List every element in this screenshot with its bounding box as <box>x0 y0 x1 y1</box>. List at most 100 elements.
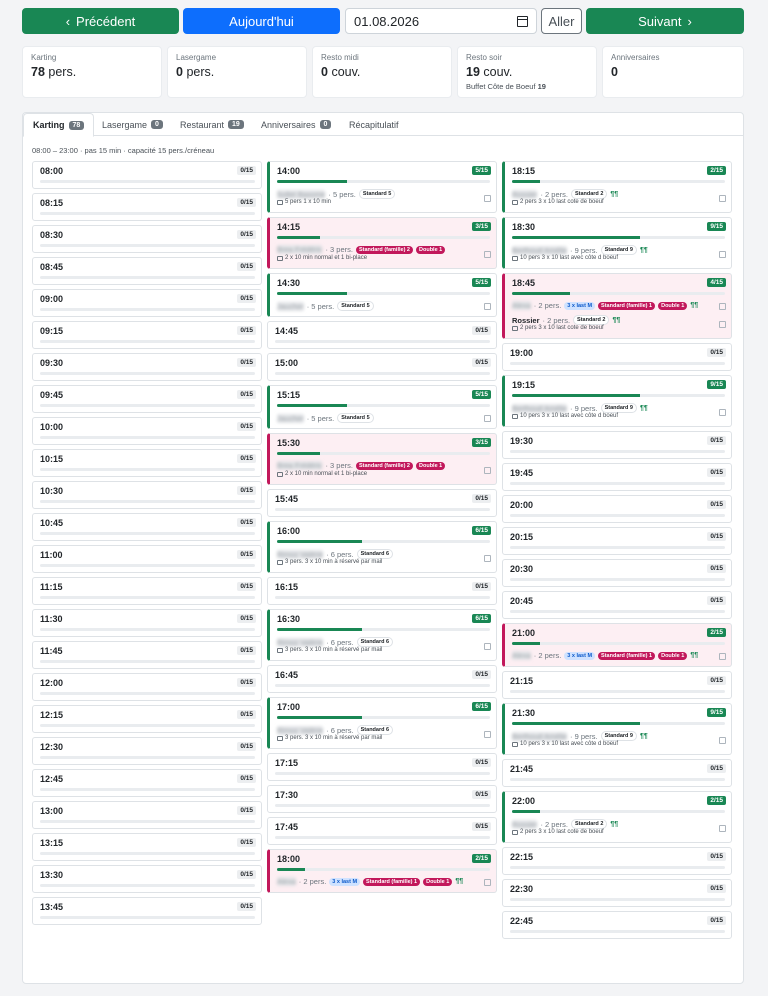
booking-row[interactable]: Sollet Baxome · 5 pers. Standard 5 <box>277 189 490 199</box>
booking-row[interactable]: Alexa · 2 pers. 3 x last M Standard (famill… <box>512 651 725 660</box>
booking-row[interactable]: Rossier · 2 pers. Standard 2 ¶¶ <box>512 189 725 199</box>
time-slot[interactable]: 14:45 0/15 <box>267 321 497 349</box>
edit-icon[interactable] <box>719 409 726 416</box>
time-slot[interactable]: 22:45 0/15 <box>502 911 732 939</box>
time-slot[interactable]: 16:45 0/15 <box>267 665 497 693</box>
next-day-button[interactable]: Suivant › <box>586 8 744 34</box>
booking-row[interactable]: Berthoud Amélie · 9 pers. Standard 9 ¶¶ <box>512 403 725 413</box>
time-slot[interactable]: 14:00 5/15 Sollet Baxome · 5 pers. Standard … <box>267 161 497 213</box>
time-slot[interactable]: 18:15 2/15 Rossier · 2 pers. Standard 2 ¶¶ 2 p… <box>502 161 732 213</box>
time-slot[interactable]: 19:30 0/15 <box>502 431 732 459</box>
time-slot[interactable]: 11:15 0/15 <box>32 577 262 605</box>
time-slot[interactable]: 08:15 0/15 <box>32 193 262 221</box>
time-slot[interactable]: 20:30 0/15 <box>502 559 732 587</box>
time-slot[interactable]: 12:15 0/15 <box>32 705 262 733</box>
time-slot[interactable]: 16:30 6/15 Rimoz Valérie · 6 pers. Standard … <box>267 609 497 661</box>
booking-row[interactable]: Rimoz Valérie · 6 pers. Standard 6 <box>277 549 490 559</box>
time-slot[interactable]: 22:15 0/15 <box>502 847 732 875</box>
time-slot[interactable]: 10:45 0/15 <box>32 513 262 541</box>
tab-restaurant[interactable]: Restaurant 19 <box>171 113 253 136</box>
time-slot[interactable]: 16:00 6/15 Rimoz Valérie · 6 pers. Standard … <box>267 521 497 573</box>
time-slot[interactable]: 18:00 2/15 Alexa · 2 pers. 3 x last M Standar… <box>267 849 497 893</box>
booking-row[interactable]: Rimoz Valérie · 6 pers. Standard 6 <box>277 637 490 647</box>
time-slot[interactable]: 21:30 9/15 Berthoud Amélie · 9 pers. Standar… <box>502 703 732 755</box>
edit-icon[interactable] <box>484 467 491 474</box>
booking-row[interactable]: Alexa · 2 pers. 3 x last M Standard (famill… <box>512 301 725 310</box>
time-slot[interactable]: 08:45 0/15 <box>32 257 262 285</box>
time-slot[interactable]: 10:30 0/15 <box>32 481 262 509</box>
go-button[interactable]: Aller <box>541 8 582 34</box>
time-slot[interactable]: 20:00 0/15 <box>502 495 732 523</box>
edit-icon[interactable] <box>484 731 491 738</box>
edit-icon[interactable] <box>484 643 491 650</box>
booking-row[interactable]: Rossier · 2 pers. Standard 2 ¶¶ <box>512 819 725 829</box>
booking-row[interactable]: Brea Frédéric · 3 pers. Standard (famille)… <box>277 461 490 470</box>
time-slot[interactable]: 20:15 0/15 <box>502 527 732 555</box>
booking-row[interactable]: Brea Frédéric · 3 pers. Standard (famille)… <box>277 245 490 254</box>
edit-icon[interactable] <box>719 653 726 660</box>
time-slot[interactable]: 11:30 0/15 <box>32 609 262 637</box>
today-button[interactable]: Aujourd'hui <box>183 8 340 34</box>
tab-anniversaires[interactable]: Anniversaires 0 <box>252 113 340 136</box>
time-slot[interactable]: 12:00 0/15 <box>32 673 262 701</box>
time-slot[interactable]: 16:15 0/15 <box>267 577 497 605</box>
time-slot[interactable]: 08:30 0/15 <box>32 225 262 253</box>
time-slot[interactable]: 11:45 0/15 <box>32 641 262 669</box>
edit-icon[interactable] <box>484 415 491 422</box>
time-slot[interactable]: 13:45 0/15 <box>32 897 262 925</box>
time-slot[interactable]: 09:15 0/15 <box>32 321 262 349</box>
time-slot[interactable]: 22:30 0/15 <box>502 879 732 907</box>
previous-day-button[interactable]: ‹ Précédent <box>22 8 179 34</box>
booking-row[interactable]: Rossier · 2 pers. Standard 2 ¶¶ <box>512 315 725 325</box>
edit-icon[interactable] <box>719 321 726 328</box>
time-slot[interactable]: 21:00 2/15 Alexa · 2 pers. 3 x last M Standar… <box>502 623 732 667</box>
time-slot[interactable]: 19:15 9/15 Berthoud Amélie · 9 pers. Standar… <box>502 375 732 427</box>
time-slot[interactable]: 17:00 6/15 Rimoz Valérie · 6 pers. Standard … <box>267 697 497 749</box>
tab-recapitulatif[interactable]: Récapitulatif <box>340 113 408 136</box>
time-slot[interactable]: 11:00 0/15 <box>32 545 262 573</box>
time-slot[interactable]: 09:00 0/15 <box>32 289 262 317</box>
time-slot[interactable]: 15:45 0/15 <box>267 489 497 517</box>
date-input[interactable]: 01.08.2026 <box>345 8 537 34</box>
time-slot[interactable]: 15:00 0/15 <box>267 353 497 381</box>
edit-icon[interactable] <box>484 879 491 886</box>
edit-icon[interactable] <box>719 303 726 310</box>
time-slot[interactable]: 15:30 3/15 Brea Frédéric · 3 pers. Standard … <box>267 433 497 485</box>
edit-icon[interactable] <box>484 251 491 258</box>
time-slot[interactable]: 09:30 0/15 <box>32 353 262 381</box>
time-slot[interactable]: 18:30 9/15 Berthoud Amélie · 9 pers. Standar… <box>502 217 732 269</box>
edit-icon[interactable] <box>484 303 491 310</box>
edit-icon[interactable] <box>484 195 491 202</box>
time-slot[interactable]: 10:15 0/15 <box>32 449 262 477</box>
edit-icon[interactable] <box>484 555 491 562</box>
time-slot[interactable]: 12:30 0/15 <box>32 737 262 765</box>
time-slot[interactable]: 19:45 0/15 <box>502 463 732 491</box>
time-slot[interactable]: 21:45 0/15 <box>502 759 732 787</box>
time-slot[interactable]: 14:30 5/15 Jaucher · 5 pers. Standard 5 <box>267 273 497 317</box>
time-slot[interactable]: 17:15 0/15 <box>267 753 497 781</box>
time-slot[interactable]: 21:15 0/15 <box>502 671 732 699</box>
edit-icon[interactable] <box>719 251 726 258</box>
time-slot[interactable]: 08:00 0/15 <box>32 161 262 189</box>
edit-icon[interactable] <box>719 737 726 744</box>
booking-row[interactable]: Rimoz Valérie · 6 pers. Standard 6 <box>277 725 490 735</box>
time-slot[interactable]: 20:45 0/15 <box>502 591 732 619</box>
edit-icon[interactable] <box>719 825 726 832</box>
time-slot[interactable]: 12:45 0/15 <box>32 769 262 797</box>
tab-lasergame[interactable]: Lasergame 0 <box>93 113 172 136</box>
time-slot[interactable]: 14:15 3/15 Brea Frédéric · 3 pers. Standard … <box>267 217 497 269</box>
tab-karting[interactable]: Karting 78 <box>23 113 95 137</box>
booking-row[interactable]: Alexa · 2 pers. 3 x last M Standard (famill… <box>277 877 490 886</box>
edit-icon[interactable] <box>719 195 726 202</box>
time-slot[interactable]: 13:15 0/15 <box>32 833 262 861</box>
booking-row[interactable]: Berthoud Amélie · 9 pers. Standard 9 ¶¶ <box>512 731 725 741</box>
time-slot[interactable]: 22:00 2/15 Rossier · 2 pers. Standard 2 ¶¶ 2 p… <box>502 791 732 843</box>
time-slot[interactable]: 09:45 0/15 <box>32 385 262 413</box>
time-slot[interactable]: 17:30 0/15 <box>267 785 497 813</box>
time-slot[interactable]: 18:45 4/15 Alexa · 2 pers. 3 x last M Standar… <box>502 273 732 339</box>
booking-row[interactable]: Jaucher · 5 pers. Standard 5 <box>277 301 490 311</box>
time-slot[interactable]: 10:00 0/15 <box>32 417 262 445</box>
time-slot[interactable]: 13:00 0/15 <box>32 801 262 829</box>
booking-row[interactable]: Berthoud Amélie · 9 pers. Standard 9 ¶¶ <box>512 245 725 255</box>
calendar-icon[interactable] <box>517 15 528 27</box>
